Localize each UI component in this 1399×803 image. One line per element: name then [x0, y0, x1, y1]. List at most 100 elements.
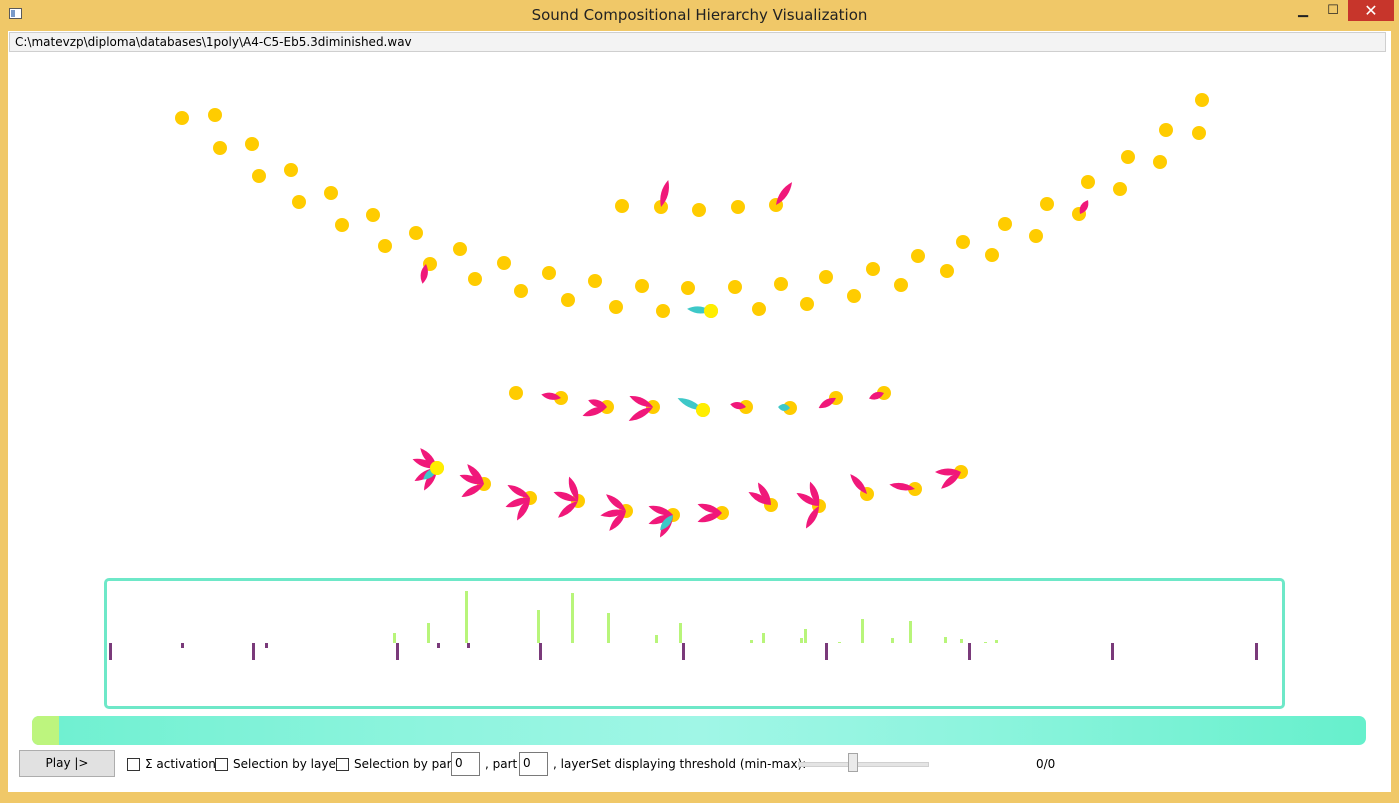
node: [894, 278, 908, 292]
node: [609, 300, 623, 314]
activation-bar: [762, 633, 765, 643]
activation-bar: [607, 613, 610, 643]
selection-by-part-label: Selection by part: [354, 757, 457, 771]
activation-bar: [539, 643, 542, 660]
sum-activations-label: Σ activations: [145, 757, 223, 771]
node: [956, 235, 970, 249]
node: [940, 264, 954, 278]
node: [752, 302, 766, 316]
play-button[interactable]: Play |>: [19, 750, 115, 777]
activation-bar: [1255, 643, 1258, 660]
node: [588, 274, 602, 288]
activation-bar: [861, 619, 864, 643]
petal: [558, 501, 578, 518]
node: [284, 163, 298, 177]
node: [800, 297, 814, 311]
activation-bar: [838, 642, 841, 643]
activation-bar: [437, 643, 440, 648]
maximize-button[interactable]: ☐: [1320, 0, 1346, 21]
petal: [420, 264, 428, 284]
selection-by-layer-label: Selection by layer: [233, 757, 341, 771]
node: [998, 217, 1012, 231]
node: [1040, 197, 1054, 211]
node: [774, 277, 788, 291]
node: [704, 304, 718, 318]
node: [175, 111, 189, 125]
node: [1081, 175, 1095, 189]
activation-bar: [109, 643, 112, 660]
node: [728, 280, 742, 294]
activation-bar: [571, 593, 574, 643]
threshold-slider[interactable]: [798, 762, 929, 767]
selection-by-layer-checkbox[interactable]: [215, 758, 228, 771]
activation-bar: [968, 643, 971, 660]
node: [1153, 155, 1167, 169]
node: [497, 256, 511, 270]
node: [1113, 182, 1127, 196]
node: [847, 289, 861, 303]
node: [335, 218, 349, 232]
selection-by-part-checkbox[interactable]: [336, 758, 349, 771]
node: [681, 281, 695, 295]
timeline-progress: [32, 716, 59, 745]
activation-bar: [984, 642, 987, 643]
node: [378, 239, 392, 253]
activation-bar: [655, 635, 658, 643]
activation-bar: [265, 643, 268, 648]
activation-bar: [682, 643, 685, 660]
activation-bar: [800, 638, 803, 643]
threshold-readout: 0/0: [1036, 757, 1056, 771]
node: [656, 304, 670, 318]
activation-bar: [679, 623, 682, 643]
part-input[interactable]: 0: [451, 752, 480, 776]
petal: [628, 407, 653, 421]
node: [1195, 93, 1209, 107]
activation-bar: [909, 621, 912, 643]
title-bar: Sound Compositional Hierarchy Visualizat…: [0, 0, 1399, 30]
petal: [806, 506, 819, 529]
threshold-label: Set displaying threshold (min-max):: [591, 757, 807, 771]
activation-bar: [750, 640, 753, 643]
activation-bar: [995, 640, 998, 643]
activation-bar: [252, 643, 255, 660]
node: [542, 266, 556, 280]
node: [866, 262, 880, 276]
petal: [776, 182, 793, 205]
node: [615, 199, 629, 213]
activation-bar: [1111, 643, 1114, 660]
node: [1192, 126, 1206, 140]
node: [1159, 123, 1173, 137]
activation-panel[interactable]: [104, 578, 1285, 709]
node: [731, 200, 745, 214]
node: [208, 108, 222, 122]
activation-bar: [427, 623, 430, 643]
node: [509, 386, 523, 400]
node: [985, 248, 999, 262]
node: [252, 169, 266, 183]
petal: [461, 484, 484, 497]
node: [324, 186, 338, 200]
activation-bar: [465, 591, 468, 643]
node: [635, 279, 649, 293]
node: [430, 461, 444, 475]
minimize-button[interactable]: ▁: [1290, 0, 1316, 21]
layer-label: , layer: [553, 757, 591, 771]
close-button[interactable]: ✕: [1348, 0, 1394, 21]
sum-activations-checkbox[interactable]: [127, 758, 140, 771]
activation-bar: [960, 639, 963, 643]
activation-bar: [825, 643, 828, 660]
node: [696, 403, 710, 417]
threshold-slider-thumb[interactable]: [847, 753, 858, 772]
node: [292, 195, 306, 209]
activation-bar: [944, 637, 947, 643]
node: [245, 137, 259, 151]
activation-bar: [181, 643, 184, 648]
activation-bar: [396, 643, 399, 660]
node: [213, 141, 227, 155]
node: [366, 208, 380, 222]
node: [1029, 229, 1043, 243]
timeline-bar[interactable]: [32, 716, 1366, 745]
layer-input[interactable]: 0: [519, 752, 548, 776]
node: [1121, 150, 1135, 164]
hierarchy-visualization[interactable]: [8, 31, 1391, 576]
